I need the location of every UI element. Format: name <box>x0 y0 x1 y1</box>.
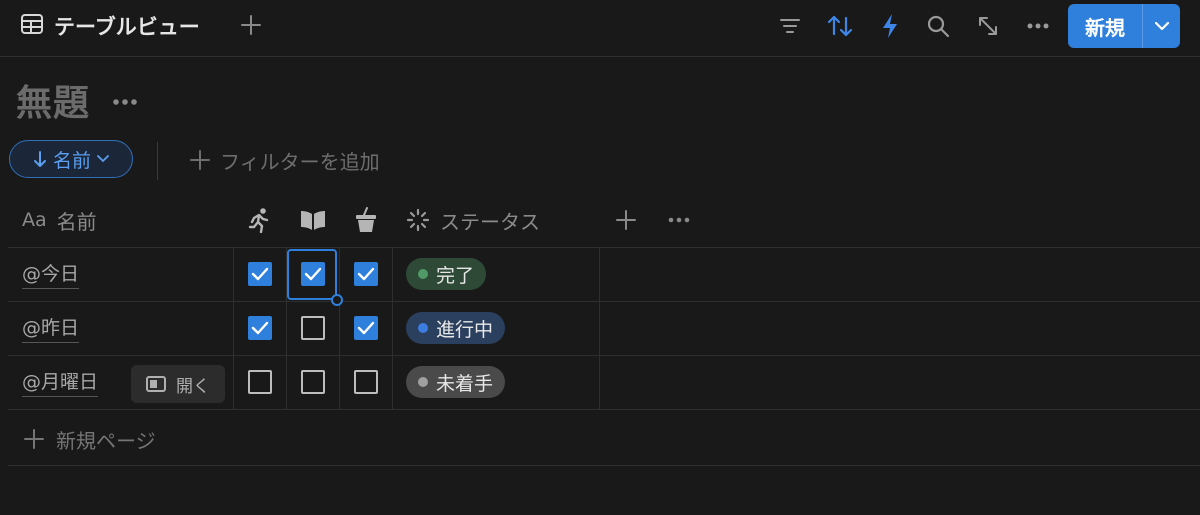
new-button-group: 新規 <box>1068 4 1180 48</box>
checkmark-icon <box>357 267 375 281</box>
checkbox-unchecked[interactable] <box>248 370 272 394</box>
view-tab-table[interactable]: テーブルビュー <box>20 9 200 43</box>
checkmark-icon <box>251 321 269 335</box>
title-more-button[interactable] <box>112 91 138 110</box>
page-title[interactable]: 無題 <box>16 74 90 126</box>
sort-chip[interactable]: 名前 <box>9 140 133 178</box>
status-label: 進行中 <box>436 318 494 341</box>
expand-icon <box>979 17 997 35</box>
status-spinner-icon <box>406 208 430 232</box>
page-link[interactable]: @今日 <box>22 259 80 289</box>
row-divider <box>8 465 1200 466</box>
filter-divider <box>157 142 158 180</box>
checkmark-icon <box>251 267 269 281</box>
open-page-label: 開く <box>176 376 210 397</box>
checkbox-checked[interactable] <box>248 262 272 286</box>
checkbox-unchecked[interactable] <box>301 316 325 340</box>
more-icon <box>1027 23 1049 29</box>
column-divider <box>339 247 340 410</box>
column-header-name-label: 名前 <box>56 209 97 234</box>
row-divider <box>8 301 1200 302</box>
automation-button[interactable] <box>876 12 904 40</box>
table-row-name[interactable]: @月曜日 <box>22 356 99 408</box>
arrow-down-icon <box>33 151 46 167</box>
view-tab-label: テーブルビュー <box>54 15 200 39</box>
chevron-down-icon <box>1154 21 1169 31</box>
column-more-button[interactable] <box>665 196 693 244</box>
column-header-book[interactable] <box>299 196 327 244</box>
sort-chip-label: 名前 <box>52 149 91 172</box>
status-dot <box>418 323 428 333</box>
checkbox-checked[interactable] <box>354 262 378 286</box>
column-header-status[interactable]: ステータス <box>406 196 540 244</box>
cell-selection-outline <box>287 249 337 300</box>
checkmark-icon <box>357 321 375 335</box>
plus-icon <box>190 150 210 170</box>
plus-icon <box>24 429 44 449</box>
column-header-status-label: ステータス <box>440 209 540 234</box>
column-divider <box>233 247 234 410</box>
run-icon <box>248 208 269 233</box>
open-page-button[interactable]: 開く <box>131 365 225 403</box>
checkbox-unchecked[interactable] <box>301 370 325 394</box>
cell-fill-handle[interactable] <box>331 294 343 306</box>
lightning-icon <box>883 14 897 38</box>
new-page-button[interactable]: 新規ページ <box>24 422 156 456</box>
cup-icon <box>356 207 376 232</box>
column-header-cup[interactable] <box>352 196 380 244</box>
column-header-name[interactable]: Aa 名前 <box>22 196 97 244</box>
status-dot <box>418 269 428 279</box>
column-divider <box>599 247 600 410</box>
status-dot <box>418 377 428 387</box>
status-label: 未着手 <box>436 372 494 395</box>
column-header-run[interactable] <box>246 196 274 244</box>
page-link[interactable]: @昨日 <box>22 313 80 343</box>
new-button-dropdown[interactable] <box>1143 4 1180 48</box>
top-bar: テーブルビュー 新規 <box>0 0 1200 57</box>
sort-button[interactable] <box>826 12 854 40</box>
more-options-button[interactable] <box>1024 12 1052 40</box>
checkbox-unchecked[interactable] <box>354 370 378 394</box>
status-badge[interactable]: 未着手 <box>406 366 506 398</box>
more-icon <box>113 98 137 105</box>
status-badge[interactable]: 完了 <box>406 258 487 290</box>
expand-button[interactable] <box>974 12 1002 40</box>
row-divider <box>8 409 1200 410</box>
table-icon <box>20 13 44 39</box>
filter-button[interactable] <box>776 12 804 40</box>
row-divider <box>8 355 1200 356</box>
plus-icon <box>616 210 636 230</box>
row-divider <box>8 247 1200 248</box>
filter-icon <box>780 19 800 33</box>
add-filter-label: フィルターを追加 <box>220 149 380 174</box>
page-link[interactable]: @月曜日 <box>22 367 99 397</box>
search-button[interactable] <box>924 12 952 40</box>
sort-icon <box>827 15 853 37</box>
book-icon <box>301 211 325 230</box>
plus-icon <box>241 15 261 35</box>
status-badge[interactable]: 進行中 <box>406 312 506 344</box>
add-filter-button[interactable]: フィルターを追加 <box>190 144 380 176</box>
new-button[interactable]: 新規 <box>1068 4 1142 48</box>
add-column-button[interactable] <box>612 196 640 244</box>
chevron-down-icon <box>97 155 109 163</box>
search-icon <box>927 15 950 38</box>
add-view-button[interactable] <box>238 10 264 40</box>
title-row: 無題 <box>16 78 138 124</box>
checkbox-checked[interactable] <box>354 316 378 340</box>
checkbox-checked[interactable] <box>248 316 272 340</box>
more-icon <box>668 217 690 223</box>
column-divider <box>392 247 393 410</box>
side-peek-icon <box>146 376 166 392</box>
status-label: 完了 <box>436 264 475 287</box>
text-type-icon: Aa <box>22 209 47 231</box>
new-page-label: 新規ページ <box>56 428 156 453</box>
table-row-name[interactable]: @今日 <box>22 248 80 300</box>
table-row-name[interactable]: @昨日 <box>22 302 80 354</box>
